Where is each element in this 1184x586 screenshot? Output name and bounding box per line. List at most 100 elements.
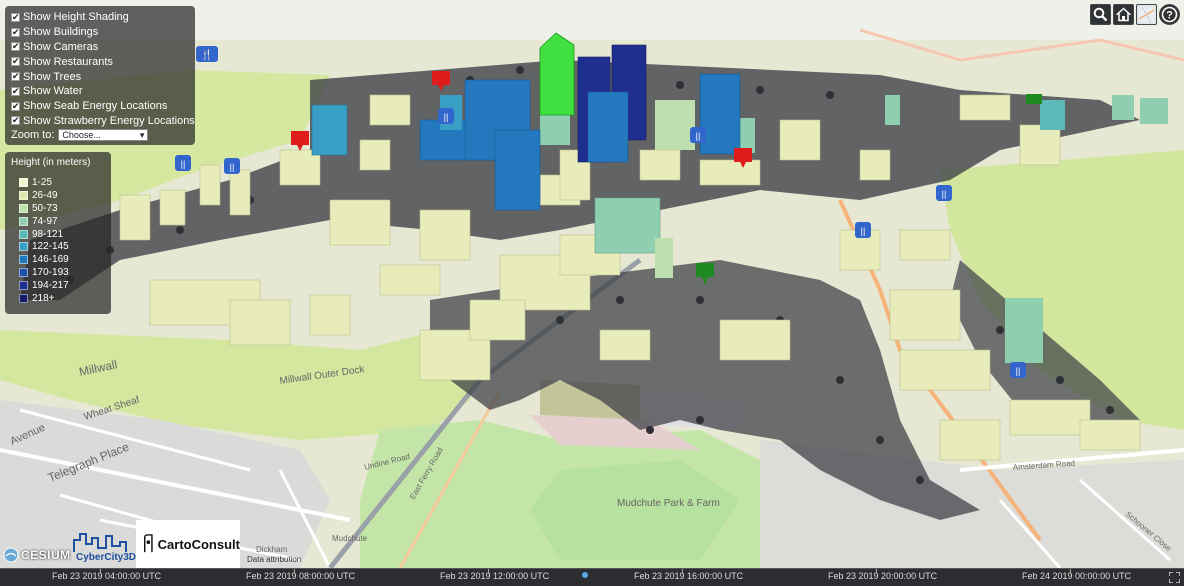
checkbox-icon[interactable]	[11, 114, 20, 126]
cybercity3d-logo[interactable]: CyberCity3D	[72, 530, 136, 564]
layer-label: Show Cameras	[23, 40, 99, 53]
legend-label: 26-49	[32, 189, 58, 201]
checkbox-icon[interactable]	[11, 26, 20, 38]
layer-toggle-trees[interactable]: Show Trees	[11, 69, 189, 84]
legend-swatch	[19, 203, 28, 213]
timeline-tick-mark	[488, 569, 489, 574]
legend-label: 98-121	[32, 228, 64, 240]
legend-item: 74-97	[11, 215, 105, 228]
timeline-tick-label: Feb 23 2019 20:00:00 UTC	[828, 571, 938, 581]
layer-toggle-strawberry-energy[interactable]: Show Strawberry Energy Locations	[11, 114, 195, 129]
layer-toggle-buildings[interactable]: Show Buildings	[11, 25, 189, 40]
cartoconsult-logo[interactable]: CartoConsult	[136, 520, 240, 568]
search-button[interactable]	[1090, 4, 1111, 25]
cesium-logo[interactable]: CESIUM	[3, 547, 71, 563]
legend-item: 170-193	[11, 266, 105, 279]
svg-text:||: ||	[230, 162, 235, 172]
layer-label: Show Buildings	[23, 26, 99, 39]
restaurant-marker: ||	[855, 222, 871, 238]
checkbox-icon[interactable]	[11, 70, 20, 82]
timeline-bar[interactable]: Feb 23 2019 04:00:00 UTC Feb 23 2019 08:0…	[0, 568, 1184, 586]
legend-title: Height (in meters)	[11, 157, 91, 168]
chevron-down-icon: ▾	[139, 129, 145, 140]
restaurant-marker: ||	[175, 155, 191, 171]
timeline-tick-label: Feb 24 2019 00:00:00 UTC	[1022, 571, 1132, 581]
legend-label: 1-25	[32, 176, 53, 188]
legend-swatch	[19, 242, 28, 252]
timeline-tick-mark	[1070, 569, 1071, 574]
restaurant-marker: ||	[438, 108, 454, 124]
carto-map-pin-icon	[143, 534, 153, 553]
layer-label: Show Strawberry Energy Locations	[23, 114, 195, 127]
layer-toggle-height-shading[interactable]: Show Height Shading	[11, 10, 189, 25]
legend-swatch	[19, 190, 28, 200]
timeline-tick-label: Feb 23 2019 04:00:00 UTC	[52, 571, 162, 581]
legend-label: 74-97	[32, 215, 58, 227]
timeline-current-time-needle[interactable]	[582, 572, 588, 578]
legend-swatch	[19, 268, 28, 278]
restaurant-marker: ||	[1010, 362, 1026, 378]
svg-text:||: ||	[942, 189, 947, 199]
layer-toggle-restaurants[interactable]: Show Restaurants	[11, 54, 189, 69]
checkbox-icon[interactable]	[11, 85, 20, 97]
energy-marker	[1026, 94, 1042, 104]
zoom-label: Zoom to:	[11, 129, 55, 142]
data-attribution-link[interactable]: Data attribution	[247, 555, 301, 564]
layer-toggle-panel: Show Height Shading Show Buildings Show …	[5, 6, 195, 145]
label-dickham: Dickham	[256, 545, 287, 554]
svg-text:🍴: 🍴	[201, 48, 213, 61]
legend-swatch	[19, 229, 28, 239]
cesium-globe-icon	[3, 547, 19, 563]
layer-label: Show Trees	[23, 70, 82, 83]
home-icon	[1116, 7, 1131, 22]
svg-text:||: ||	[696, 131, 701, 141]
svg-text:||: ||	[1016, 366, 1021, 376]
timeline-tick-label: Feb 23 2019 16:00:00 UTC	[634, 571, 744, 581]
legend-item: 26-49	[11, 189, 105, 202]
zoom-select-value: Choose...	[62, 130, 101, 141]
legend-label: 50-73	[32, 202, 58, 214]
legend-item: 50-73	[11, 202, 105, 215]
search-icon	[1093, 7, 1108, 22]
svg-text:||: ||	[444, 112, 449, 122]
legend-item: 122-145	[11, 240, 105, 253]
legend-swatch	[19, 293, 28, 303]
legend-label: 218+	[32, 292, 55, 304]
legend-label: 170-193	[32, 267, 69, 279]
cesium-logo-text: CESIUM	[21, 548, 71, 562]
layer-label: Show Height Shading	[23, 11, 129, 24]
green-highlighted-tower	[539, 32, 575, 116]
timeline-tick-label: Feb 23 2019 08:00:00 UTC	[246, 571, 356, 581]
timeline-tick-mark	[294, 569, 295, 574]
home-button[interactable]	[1113, 4, 1134, 25]
carto-logo-text: CartoConsult	[157, 536, 240, 552]
legend-swatch	[19, 216, 28, 226]
legend-label: 194-217	[32, 280, 69, 292]
checkbox-icon[interactable]	[11, 11, 20, 23]
layer-toggle-seab-energy[interactable]: Show Seab Energy Locations	[11, 99, 189, 114]
checkbox-icon[interactable]	[11, 55, 20, 67]
zoom-to-select[interactable]: Choose... ▾	[58, 129, 149, 142]
legend-label: 122-145	[32, 241, 69, 253]
checkbox-icon[interactable]	[11, 100, 20, 112]
help-button[interactable]: ?	[1159, 4, 1180, 25]
legend-swatch	[19, 177, 28, 187]
base-layer-picker-button[interactable]	[1136, 4, 1157, 25]
legend-label: 146-169	[32, 254, 69, 266]
layer-toggle-water[interactable]: Show Water	[11, 84, 189, 99]
legend-item: 218+	[11, 292, 105, 305]
timeline-tick-mark	[682, 569, 683, 574]
help-icon: ?	[1161, 6, 1178, 23]
zoom-to-row: Zoom to: Choose... ▾	[11, 129, 189, 142]
svg-text:||: ||	[181, 159, 186, 169]
legend-swatch	[19, 281, 28, 291]
checkbox-icon[interactable]	[11, 40, 20, 52]
layer-toggle-cameras[interactable]: Show Cameras	[11, 40, 189, 55]
timeline-tick-mark	[876, 569, 877, 574]
label-mudchute-station: Mudchute	[332, 534, 368, 543]
fullscreen-button[interactable]	[1166, 569, 1182, 585]
svg-text:?: ?	[1166, 10, 1173, 22]
layer-label: Show Seab Energy Locations	[23, 100, 168, 113]
legend-swatch	[19, 255, 28, 265]
base-layer-icon	[1139, 7, 1154, 22]
